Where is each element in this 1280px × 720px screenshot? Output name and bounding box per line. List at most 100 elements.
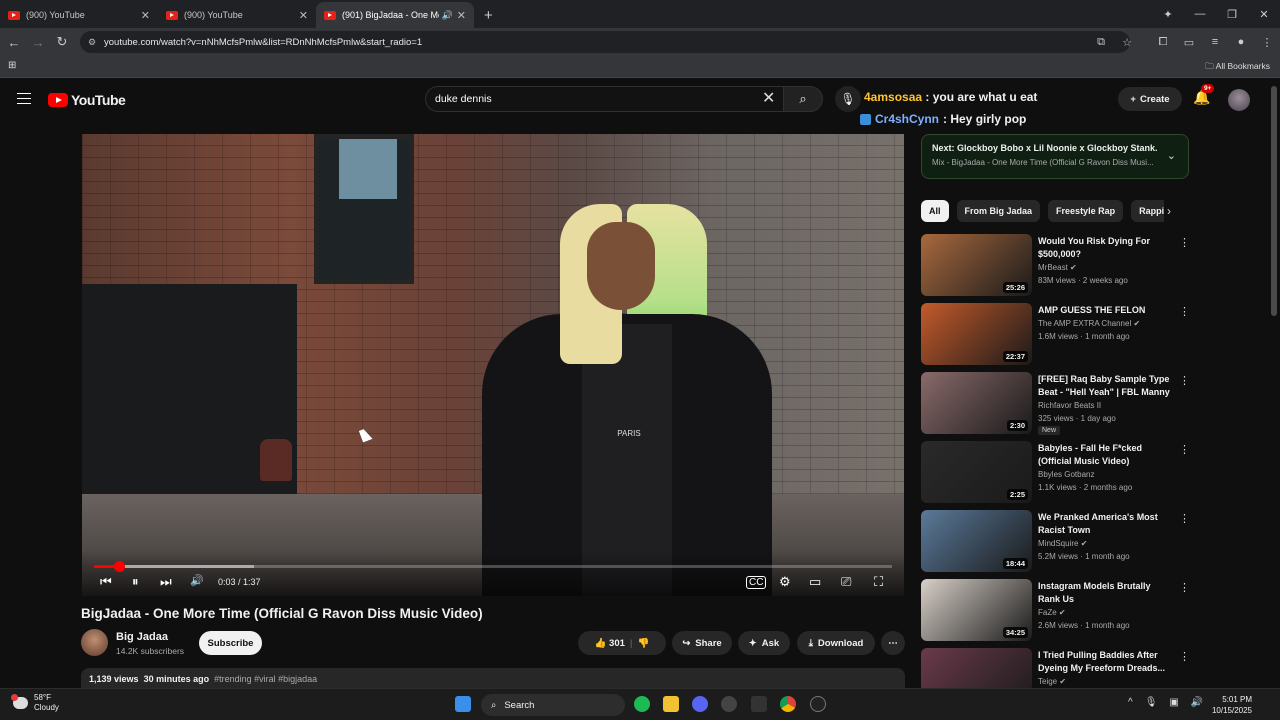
new-tab-button[interactable]: + — [484, 7, 493, 24]
apps-grid-icon[interactable]: ⊞ — [8, 60, 16, 71]
subscribe-button[interactable]: Subscribe — [199, 631, 262, 655]
close-window-button[interactable]: ✕ — [1248, 8, 1280, 21]
share-button[interactable]: ↪ Share — [672, 631, 732, 655]
previous-icon[interactable]: ⏮ — [100, 574, 112, 590]
audio-playing-icon[interactable]: 🔊 — [442, 10, 453, 21]
browser-tab[interactable]: (900) YouTube ✕ — [0, 2, 158, 28]
recommendation-item[interactable]: 2:30 [FREE] Raq Baby Sample Type Beat - "… — [921, 372, 1190, 435]
address-bar[interactable]: ⚙ youtube.com/watch?v=nNhMcfsPmlw&list=R… — [80, 31, 1130, 53]
browser-tab[interactable]: (900) YouTube ✕ — [158, 2, 316, 28]
video-thumbnail[interactable]: 34:25 — [921, 579, 1032, 641]
channel-avatar[interactable] — [81, 629, 108, 656]
recommendation-item[interactable]: 18:44 We Pranked America's Most Racist To… — [921, 510, 1190, 572]
recommendation-title[interactable]: Would You Risk Dying For $500,000? — [1038, 235, 1172, 261]
chip-rapping[interactable]: Rappi — [1131, 200, 1164, 222]
theater-mode-icon[interactable]: ▭ — [809, 574, 821, 590]
close-tab-icon[interactable]: ✕ — [141, 9, 150, 22]
close-tab-icon[interactable]: ✕ — [299, 9, 308, 22]
recommendation-item[interactable]: 25:26 Would You Risk Dying For $500,000? M… — [921, 234, 1190, 296]
next-icon[interactable]: ⏭ — [160, 574, 172, 590]
ask-button[interactable]: ✦ Ask — [738, 631, 790, 655]
network-icon[interactable]: ▣ — [1169, 697, 1178, 708]
fullscreen-icon[interactable]: ⛶ — [874, 574, 883, 590]
channel-name[interactable]: Big Jadaa — [116, 631, 168, 643]
reload-button[interactable]: ↻ — [50, 34, 74, 50]
chevron-down-icon[interactable]: ⌄ — [1167, 149, 1176, 162]
more-vertical-icon[interactable]: ⋮ — [1179, 443, 1190, 456]
recommendation-channel[interactable]: Teige — [1038, 677, 1057, 686]
taskbar-search[interactable]: ⌕ Search — [481, 694, 625, 716]
spotify-icon[interactable] — [634, 696, 650, 712]
recommendation-title[interactable]: I Tried Pulling Baddies After Dyeing My … — [1038, 649, 1172, 675]
discord-icon[interactable] — [692, 696, 708, 712]
recommendation-channel[interactable]: Bbyles Gotbanz — [1038, 470, 1094, 479]
scrubber-handle[interactable] — [113, 561, 125, 572]
hashtags[interactable]: #trending #viral #bigjadaa — [214, 674, 317, 684]
settings-icon[interactable]: ⚙ — [779, 574, 791, 590]
captions-icon[interactable]: CC — [746, 576, 767, 589]
file-explorer-icon[interactable] — [663, 696, 679, 712]
recommendation-title[interactable]: AMP GUESS THE FELON — [1038, 304, 1172, 317]
voice-search-button[interactable]: 🎙 — [835, 86, 861, 112]
more-vertical-icon[interactable]: ⋮ — [1179, 650, 1190, 663]
recommendation-channel[interactable]: MindSquire — [1038, 539, 1078, 548]
recommendation-channel[interactable]: FaZe — [1038, 608, 1057, 617]
taskbar-clock[interactable]: 5:01 PM 10/15/2025 — [1208, 694, 1252, 716]
video-thumbnail[interactable]: 22:37 — [921, 303, 1032, 365]
download-button[interactable]: ⤓ Download — [797, 631, 875, 655]
clear-search-icon[interactable]: ✕ — [762, 88, 775, 108]
more-vertical-icon[interactable]: ⋮ — [1179, 374, 1190, 387]
browser-tab-active[interactable]: (901) BigJadaa - One More 🔊 ✕ — [316, 2, 474, 28]
chrome-icon[interactable] — [780, 696, 796, 712]
dislike-button[interactable]: 👎 — [638, 638, 650, 649]
windows-start-icon[interactable] — [455, 696, 471, 712]
page-scrollbar[interactable] — [1271, 86, 1277, 316]
show-hidden-icons-icon[interactable]: ^ — [1128, 697, 1133, 708]
recommendation-title[interactable]: Babyles - Fall He F*cked (Official Music… — [1038, 442, 1172, 468]
recommendation-title[interactable]: Instagram Models Brutally Rank Us — [1038, 580, 1172, 606]
microphone-icon[interactable]: 🎙 — [1145, 697, 1158, 708]
recommendation-title[interactable]: We Pranked America's Most Racist Town — [1038, 511, 1172, 537]
like-button[interactable]: 👍 301 — [595, 638, 625, 649]
app-icon[interactable] — [810, 696, 826, 712]
all-bookmarks-link[interactable]: 🗀 All Bookmarks — [1205, 61, 1270, 75]
steam-icon[interactable] — [721, 696, 737, 712]
side-panel-icon[interactable]: ▭ — [1176, 36, 1202, 49]
recommendation-channel[interactable]: The AMP EXTRA Channel — [1038, 319, 1131, 328]
notifications-button[interactable]: 🔔 9+ — [1193, 84, 1215, 106]
video-thumbnail[interactable]: 2:25 — [921, 441, 1032, 503]
progress-bar[interactable] — [94, 561, 892, 572]
more-vertical-icon[interactable]: ⋮ — [1179, 236, 1190, 249]
search-button[interactable]: ⌕ — [783, 86, 823, 112]
more-vertical-icon[interactable]: ⋮ — [1179, 512, 1190, 525]
video-player[interactable]: PARIS ⏮ ⏸ ⏭ 🔊 0:03 / 1:37 CC ⚙ ▭ ⎚ ⛶ — [82, 134, 904, 596]
video-thumbnail[interactable]: 18:44 — [921, 510, 1032, 572]
volume-icon[interactable]: 🔊 — [190, 574, 204, 587]
chip-all[interactable]: All — [921, 200, 949, 222]
account-avatar[interactable] — [1228, 89, 1250, 111]
minimize-button[interactable]: — — [1184, 8, 1216, 20]
recommendation-item[interactable]: 34:25 Instagram Models Brutally Rank Us Fa… — [921, 579, 1190, 641]
gemini-icon[interactable]: ✦ — [1152, 8, 1184, 21]
recommendation-title[interactable]: [FREE] Raq Baby Sample Type Beat - "Hell… — [1038, 373, 1172, 399]
up-next-mix-panel[interactable]: Next: Glockboy Bobo x Lil Noonie x Glock… — [921, 134, 1189, 179]
volume-icon[interactable]: 🔊 — [1191, 697, 1203, 708]
recommendation-item[interactable]: 22:37 AMP GUESS THE FELON The AMP EXTRA Ch… — [921, 303, 1190, 365]
menu-icon[interactable]: ⋮ — [1254, 36, 1280, 49]
close-tab-icon[interactable]: ✕ — [457, 9, 466, 22]
install-app-icon[interactable]: ⧉ — [1088, 36, 1114, 49]
back-button[interactable]: ← — [2, 35, 26, 50]
pause-icon[interactable]: ⏸ — [132, 574, 139, 590]
youtube-logo[interactable]: YouTube — [48, 92, 126, 108]
create-button[interactable]: + Create — [1118, 87, 1182, 111]
more-vertical-icon[interactable]: ⋮ — [1179, 581, 1190, 594]
chip-from-big-jadaa[interactable]: From Big Jadaa — [956, 200, 1041, 222]
cast-icon[interactable]: ⎚ — [841, 574, 851, 590]
more-vertical-icon[interactable]: ⋮ — [1179, 305, 1190, 318]
weather-widget[interactable]: 58°F Cloudy — [11, 693, 59, 713]
epic-games-icon[interactable] — [751, 696, 767, 712]
recommendation-channel[interactable]: Richfavor Beats II — [1038, 401, 1101, 410]
profile-icon[interactable]: ● — [1228, 36, 1254, 48]
bookmark-star-icon[interactable]: ☆ — [1114, 36, 1140, 49]
media-controls-icon[interactable]: ≡ — [1202, 36, 1228, 48]
